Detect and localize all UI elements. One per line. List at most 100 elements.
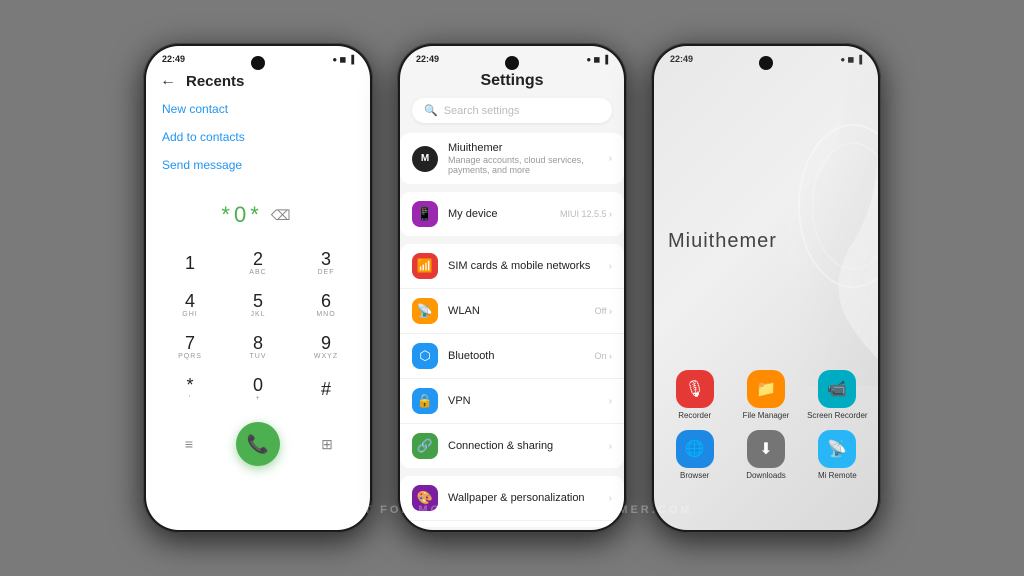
settings-item-wallpaper[interactable]: 🎨 Wallpaper & personalization › — [400, 476, 624, 521]
phone-recents: 22:49 ● ◼ ▐ ← Recents New contact Add to… — [143, 43, 373, 533]
dial-key-star[interactable]: * ' — [156, 368, 224, 410]
sim-icon: 📶 — [412, 253, 438, 279]
bluetooth-title: Bluetooth — [448, 350, 584, 362]
app-filemanager[interactable]: 📁 File Manager — [735, 370, 796, 420]
miuithemer-sub: Manage accounts, cloud services, payment… — [448, 155, 599, 175]
dial-key-7[interactable]: 7 PQRS — [156, 326, 224, 368]
wlan-title: WLAN — [448, 305, 585, 317]
settings-item-wlan[interactable]: 📡 WLAN Off › — [400, 289, 624, 334]
time-1: 22:49 — [162, 54, 185, 64]
settings-item-mydevice[interactable]: 📱 My device MIUI 12.5.5 › — [400, 192, 624, 236]
recents-header: ← Recents — [146, 68, 370, 98]
miuithemer-title: Miuithemer — [448, 142, 599, 154]
bluetooth-icon: ⬡ — [412, 343, 438, 369]
settings-section-account: M Miuithemer Manage accounts, cloud serv… — [400, 133, 624, 184]
settings-search[interactable]: 🔍 Search settings — [412, 98, 612, 123]
miremote-icon: 📡 — [818, 430, 856, 468]
browser-label: Browser — [680, 471, 709, 480]
screenrecorder-label: Screen Recorder — [807, 411, 867, 420]
bluetooth-right: On › — [594, 351, 612, 361]
phone-settings: 22:49 ● ◼ ▐ Settings 🔍 Search settings M… — [397, 43, 627, 533]
app-grid: 🎙 Recorder 📁 File Manager 📹 Screen Recor… — [664, 370, 868, 480]
settings-item-bluetooth[interactable]: ⬡ Bluetooth On › — [400, 334, 624, 379]
punch-hole-2 — [505, 56, 519, 70]
time-2: 22:49 — [416, 54, 439, 64]
settings-section-display: 🎨 Wallpaper & personalization › 🔒 Always… — [400, 476, 624, 527]
wallpaper-chevron: › — [609, 493, 612, 504]
dial-key-8[interactable]: 8 TUV — [224, 326, 292, 368]
app-browser[interactable]: 🌐 Browser — [664, 430, 725, 480]
search-placeholder: Search settings — [444, 105, 520, 117]
phone-launcher: 22:49 ● ◼ ▐ Miuithemer 🎙 Recorder 📁 File… — [651, 43, 881, 533]
connection-icon: 🔗 — [412, 433, 438, 459]
dial-key-9[interactable]: 9 WXYZ — [292, 326, 360, 368]
filemanager-icon: 📁 — [747, 370, 785, 408]
app-downloads[interactable]: ⬇ Downloads — [735, 430, 796, 480]
dial-key-hash[interactable]: # — [292, 368, 360, 410]
dialpad: 1 2 ABC 3 DEF 4 GHI 5 JKL 6 MNO — [146, 242, 370, 410]
dial-key-5[interactable]: 5 JKL — [224, 284, 292, 326]
dial-key-6[interactable]: 6 MNO — [292, 284, 360, 326]
mydevice-right: MIUI 12.5.5 › — [560, 209, 612, 219]
downloads-icon: ⬇ — [747, 430, 785, 468]
dial-display: *0* ⌫ — [146, 202, 370, 228]
recorder-icon: 🎙 — [676, 370, 714, 408]
sim-chevron: › — [609, 261, 612, 272]
add-contact-link[interactable]: Add to contacts — [162, 130, 354, 144]
filemanager-label: File Manager — [743, 411, 790, 420]
dialpad-actions: ≡ 📞 ⊞ — [146, 414, 370, 474]
app-recorder[interactable]: 🎙 Recorder — [664, 370, 725, 420]
dial-key-1[interactable]: 1 — [156, 242, 224, 284]
wlan-right: Off › — [595, 306, 612, 316]
settings-title: Settings — [400, 68, 624, 98]
recents-title: Recents — [186, 73, 244, 90]
send-message-link[interactable]: Send message — [162, 158, 354, 172]
recorder-label: Recorder — [678, 411, 711, 420]
mydevice-content: My device — [448, 208, 550, 220]
settings-item-connection[interactable]: 🔗 Connection & sharing › — [400, 424, 624, 468]
brand-label: Miuithemer — [668, 230, 777, 253]
back-button[interactable]: ← — [160, 72, 176, 90]
status-icons-3: ● ◼ ▐ — [840, 55, 862, 64]
time-3: 22:49 — [670, 54, 693, 64]
wallpaper-icon: 🎨 — [412, 485, 438, 511]
abstract-wave — [708, 46, 878, 386]
mydevice-title: My device — [448, 208, 550, 220]
app-screenrecorder[interactable]: 📹 Screen Recorder — [807, 370, 868, 420]
downloads-label: Downloads — [746, 471, 786, 480]
settings-item-aod[interactable]: 🔒 Always-on display & Lock screen › — [400, 521, 624, 527]
punch-hole — [251, 56, 265, 70]
miuithemer-content: Miuithemer Manage accounts, cloud servic… — [448, 142, 599, 175]
settings-section-connectivity: 📶 SIM cards & mobile networks › 📡 WLAN O… — [400, 244, 624, 468]
status-icons-1: ● ◼ ▐ — [332, 55, 354, 64]
vpn-chevron: › — [609, 396, 612, 407]
menu-button[interactable]: ≡ — [174, 429, 204, 459]
dialpad-toggle[interactable]: ⊞ — [312, 429, 342, 459]
vpn-title: VPN — [448, 395, 599, 407]
settings-item-miuithemer[interactable]: M Miuithemer Manage accounts, cloud serv… — [400, 133, 624, 184]
mydevice-icon: 📱 — [412, 201, 438, 227]
browser-icon: 🌐 — [676, 430, 714, 468]
screenrecorder-icon: 📹 — [818, 370, 856, 408]
delete-button[interactable]: ⌫ — [271, 207, 295, 224]
dial-key-2[interactable]: 2 ABC — [224, 242, 292, 284]
search-icon: 🔍 — [424, 104, 438, 117]
new-contact-link[interactable]: New contact — [162, 102, 354, 116]
sim-title: SIM cards & mobile networks — [448, 260, 599, 272]
vpn-icon: 🔒 — [412, 388, 438, 414]
miremote-label: Mi Remote — [818, 471, 857, 480]
dial-key-0[interactable]: 0 + — [224, 368, 292, 410]
punch-hole-3 — [759, 56, 773, 70]
settings-section-device: 📱 My device MIUI 12.5.5 › — [400, 192, 624, 236]
dial-key-4[interactable]: 4 GHI — [156, 284, 224, 326]
call-button[interactable]: 📞 — [236, 422, 280, 466]
status-icons-2: ● ◼ ▐ — [586, 55, 608, 64]
recents-links: New contact Add to contacts Send message — [146, 102, 370, 172]
dial-key-3[interactable]: 3 DEF — [292, 242, 360, 284]
settings-item-vpn[interactable]: 🔒 VPN › — [400, 379, 624, 424]
wlan-icon: 📡 — [412, 298, 438, 324]
connection-chevron: › — [609, 441, 612, 452]
app-miremote[interactable]: 📡 Mi Remote — [807, 430, 868, 480]
settings-item-sim[interactable]: 📶 SIM cards & mobile networks › — [400, 244, 624, 289]
settings-list: M Miuithemer Manage accounts, cloud serv… — [400, 133, 624, 527]
